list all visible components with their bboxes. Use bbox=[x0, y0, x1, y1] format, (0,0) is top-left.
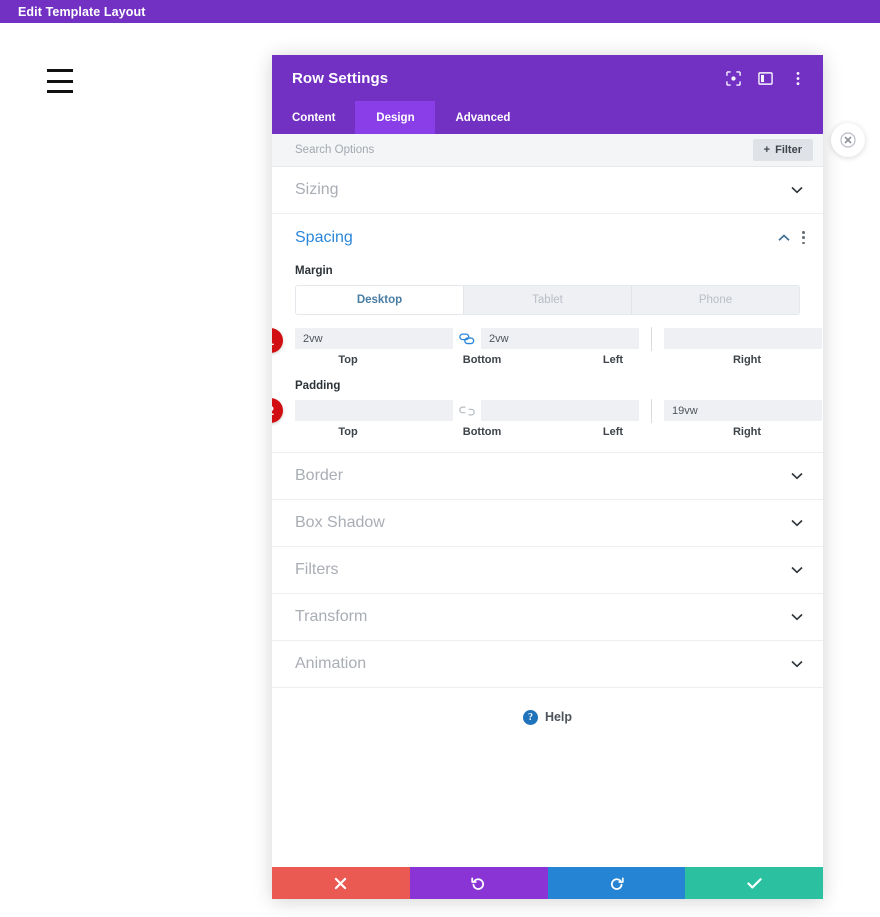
tab-content[interactable]: Content bbox=[272, 101, 355, 134]
section-title: Animation bbox=[295, 655, 367, 672]
step-badge-2: 2 bbox=[272, 398, 283, 423]
check-icon bbox=[746, 877, 762, 889]
modal-footer bbox=[272, 867, 823, 899]
modal-tabs: Content Design Advanced bbox=[272, 101, 823, 134]
padding-right-label: Right bbox=[732, 426, 762, 438]
link-broken-icon[interactable] bbox=[453, 400, 481, 421]
margin-left-right-group bbox=[664, 328, 823, 349]
section-options-icon[interactable] bbox=[802, 231, 805, 244]
close-icon bbox=[335, 877, 347, 889]
spacing-divider bbox=[651, 326, 652, 351]
margin-bottom-label: Bottom bbox=[462, 354, 502, 366]
tab-design[interactable]: Design bbox=[355, 101, 436, 134]
hamburger-menu-icon[interactable] bbox=[47, 69, 73, 93]
chevron-up-icon[interactable] bbox=[778, 232, 790, 244]
section-sizing[interactable]: Sizing bbox=[272, 167, 823, 214]
chevron-down-icon bbox=[791, 564, 803, 576]
modal-title: Row Settings bbox=[292, 69, 389, 87]
chevron-down-icon bbox=[791, 470, 803, 482]
section-transform[interactable]: Transform bbox=[272, 594, 823, 641]
section-title: Spacing bbox=[295, 228, 353, 246]
row-settings-modal: Row Settings Content Design Advanced Sea… bbox=[272, 55, 865, 899]
hamburger-bar bbox=[47, 79, 73, 83]
link-connected-icon[interactable] bbox=[822, 400, 823, 421]
panel-layout-icon[interactable] bbox=[758, 71, 773, 86]
modal-header: Row Settings bbox=[272, 55, 823, 101]
modal-header-icons bbox=[726, 70, 805, 86]
padding-top-bottom-group bbox=[295, 400, 639, 421]
redo-icon bbox=[610, 877, 624, 890]
padding-left-label: Left bbox=[602, 426, 624, 438]
filter-button-label: Filter bbox=[775, 144, 802, 156]
chevron-down-icon bbox=[791, 658, 803, 670]
page-canvas: Row Settings Content Design Advanced Sea… bbox=[0, 23, 880, 917]
padding-bottom-label: Bottom bbox=[462, 426, 502, 438]
vertical-dots-icon[interactable] bbox=[790, 71, 805, 86]
section-spacing: Spacing Margin Desktop Tablet Phone 2vw … bbox=[272, 214, 823, 453]
section-title: Border bbox=[295, 467, 344, 484]
admin-bar: Edit Template Layout bbox=[0, 0, 880, 23]
chevron-down-icon bbox=[791, 517, 803, 529]
redo-button[interactable] bbox=[547, 867, 686, 899]
margin-bottom-input[interactable] bbox=[481, 328, 639, 349]
margin-top-label: Top bbox=[338, 354, 358, 366]
margin-top-bottom-group bbox=[295, 328, 639, 349]
device-phone[interactable]: Phone bbox=[632, 286, 799, 314]
padding-top-label: Top bbox=[338, 426, 358, 438]
help-row[interactable]: ? Help bbox=[272, 688, 823, 746]
section-border[interactable]: Border bbox=[272, 453, 823, 500]
search-options-row: + Filter bbox=[272, 134, 823, 167]
margin-top-input[interactable] bbox=[295, 328, 453, 349]
spacing-content: Margin Desktop Tablet Phone 1 bbox=[272, 265, 823, 452]
undo-button[interactable] bbox=[409, 867, 548, 899]
close-icon bbox=[840, 132, 856, 148]
link-broken-icon[interactable] bbox=[822, 328, 823, 349]
plus-icon: + bbox=[763, 144, 771, 156]
margin-left-label: Left bbox=[602, 354, 624, 366]
modal-body: Sizing Spacing Margin Desktop Tablet Pho… bbox=[272, 167, 823, 867]
padding-left-input[interactable] bbox=[664, 400, 822, 421]
section-title: Transform bbox=[295, 608, 368, 625]
section-header-icons bbox=[778, 231, 805, 244]
margin-left-input[interactable] bbox=[664, 328, 822, 349]
undo-icon bbox=[471, 877, 485, 890]
device-desktop[interactable]: Desktop bbox=[296, 286, 464, 314]
filter-button[interactable]: + Filter bbox=[752, 139, 813, 161]
section-filters[interactable]: Filters bbox=[272, 547, 823, 594]
padding-inputs: 2 bbox=[272, 398, 822, 438]
padding-top-input[interactable] bbox=[295, 400, 453, 421]
spacing-divider bbox=[651, 398, 652, 423]
chevron-down-icon bbox=[791, 611, 803, 623]
chevron-down-icon bbox=[791, 184, 803, 196]
device-toggle: Desktop Tablet Phone bbox=[295, 285, 800, 315]
help-label: Help bbox=[544, 710, 573, 724]
save-button[interactable] bbox=[685, 867, 823, 899]
cancel-button[interactable] bbox=[272, 867, 410, 899]
tab-advanced[interactable]: Advanced bbox=[435, 101, 530, 134]
link-connected-icon[interactable] bbox=[453, 328, 481, 349]
section-title: Filters bbox=[295, 561, 339, 578]
section-box-shadow[interactable]: Box Shadow bbox=[272, 500, 823, 547]
margin-label: Margin bbox=[295, 265, 333, 277]
section-animation[interactable]: Animation bbox=[272, 641, 823, 688]
hamburger-bar bbox=[47, 90, 73, 93]
margin-right-label: Right bbox=[732, 354, 762, 366]
focus-icon[interactable] bbox=[726, 70, 741, 86]
search-input[interactable] bbox=[295, 144, 753, 156]
admin-bar-title: Edit Template Layout bbox=[18, 4, 146, 19]
padding-bottom-input[interactable] bbox=[481, 400, 639, 421]
padding-label: Padding bbox=[295, 380, 341, 392]
section-spacing-header[interactable]: Spacing bbox=[272, 214, 823, 261]
hamburger-bar bbox=[47, 69, 73, 72]
close-modal-button[interactable] bbox=[831, 123, 865, 157]
margin-inputs: 1 bbox=[272, 326, 822, 366]
device-tablet[interactable]: Tablet bbox=[464, 286, 632, 314]
padding-left-right-group bbox=[664, 400, 823, 421]
step-badge-1: 1 bbox=[272, 328, 283, 353]
section-title: Box Shadow bbox=[295, 514, 385, 531]
section-title: Sizing bbox=[295, 181, 339, 198]
help-icon: ? bbox=[522, 709, 538, 725]
